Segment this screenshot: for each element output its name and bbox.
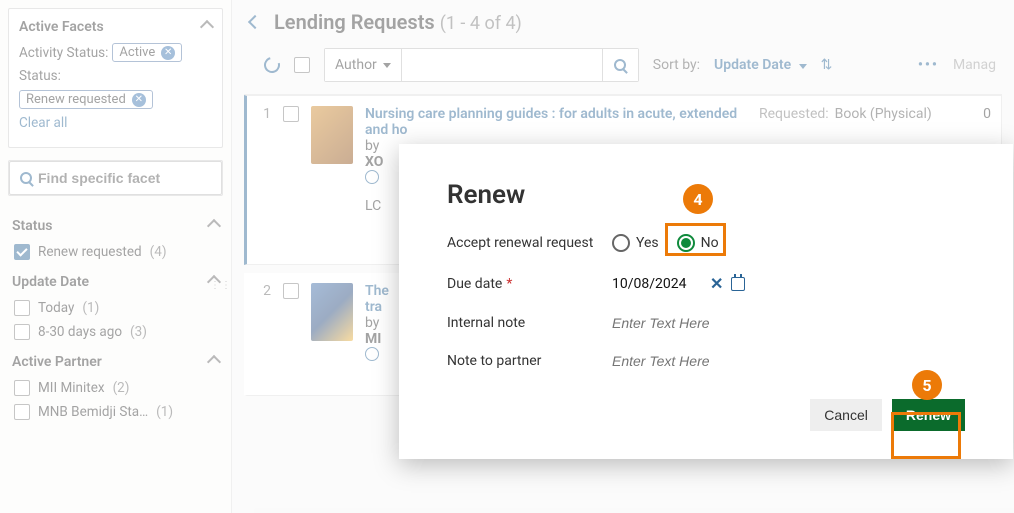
internal-note-label: Internal note — [447, 315, 612, 331]
cancel-button[interactable]: Cancel — [810, 399, 882, 431]
callout-marker-5: 5 — [912, 370, 942, 400]
radio-no[interactable] — [677, 234, 695, 252]
note-to-partner-label: Note to partner — [447, 353, 612, 369]
accept-renewal-label: Accept renewal request — [447, 235, 612, 251]
radio-yes[interactable] — [612, 234, 630, 252]
renew-button[interactable]: Renew — [892, 399, 965, 431]
radio-yes-label: Yes — [636, 235, 659, 251]
due-date-value[interactable]: 10/08/2024 — [612, 276, 702, 292]
radio-no-label: No — [701, 235, 719, 251]
internal-note-input[interactable] — [612, 315, 912, 331]
note-to-partner-input[interactable] — [612, 353, 912, 369]
clear-date-icon[interactable]: ✕ — [710, 274, 723, 293]
due-date-label: Due date — [447, 276, 502, 292]
calendar-icon[interactable] — [731, 277, 745, 291]
required-asterisk: * — [506, 276, 512, 292]
callout-marker-4: 4 — [683, 184, 713, 214]
